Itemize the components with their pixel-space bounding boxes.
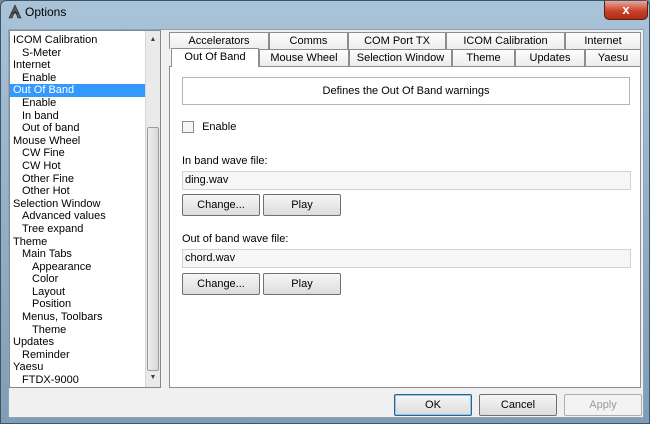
tab-out-of-band[interactable]: Out Of Band bbox=[171, 48, 259, 67]
dialog-client-area: ICOM Calibration S-Meter Internet Enable Out… bbox=[8, 29, 644, 418]
tree-item[interactable]: Color bbox=[10, 273, 146, 286]
enable-checkbox[interactable] bbox=[182, 121, 194, 134]
tree-item[interactable]: FTDX-9000 bbox=[10, 374, 146, 387]
app-icon bbox=[8, 4, 22, 19]
tree-item[interactable]: Updates bbox=[10, 336, 146, 349]
tree-item[interactable]: Advanced values bbox=[10, 210, 146, 223]
tree-item[interactable]: CW Fine bbox=[10, 147, 146, 160]
tab-selection-window[interactable]: Selection Window bbox=[349, 49, 452, 66]
close-button[interactable]: x bbox=[604, 1, 648, 20]
ok-button[interactable]: OK bbox=[394, 394, 472, 416]
scroll-down-arrow-icon[interactable]: ▼ bbox=[146, 370, 160, 385]
out-of-band-panel: Defines the Out Of Band warnings Enable … bbox=[169, 66, 641, 388]
tab-mouse-wheel[interactable]: Mouse Wheel bbox=[259, 49, 349, 66]
tab-icom-calibration[interactable]: ICOM Calibration bbox=[446, 32, 565, 49]
out-of-band-label: Out of band wave file: bbox=[182, 233, 289, 245]
tree-item[interactable]: Out Of Band bbox=[10, 84, 146, 97]
tab-theme[interactable]: Theme bbox=[452, 49, 515, 66]
tree-item[interactable]: Internet bbox=[10, 59, 146, 72]
in-band-file-field[interactable]: ding.wav bbox=[182, 171, 631, 190]
tab-internet[interactable]: Internet bbox=[565, 32, 641, 49]
window-title: Options bbox=[25, 5, 67, 19]
tree-item[interactable]: Main Tabs bbox=[10, 248, 146, 261]
in-band-change-button[interactable]: Change... bbox=[182, 194, 260, 216]
tab-yaesu[interactable]: Yaesu bbox=[585, 49, 641, 66]
enable-label: Enable bbox=[202, 121, 237, 134]
tree-scrollbar[interactable]: ▲ ▼ bbox=[145, 31, 160, 387]
tree-item[interactable]: Reminder bbox=[10, 349, 146, 362]
tree-item[interactable]: Position bbox=[10, 298, 146, 311]
tree-item[interactable]: Selection Window bbox=[10, 198, 146, 211]
options-window: Options x ICOM Calibration S-Meter Interne… bbox=[0, 0, 650, 424]
tree-item[interactable]: Theme bbox=[10, 324, 146, 337]
close-icon: x bbox=[622, 2, 630, 17]
panel-description: Defines the Out Of Band warnings bbox=[182, 77, 630, 105]
options-tree[interactable]: ICOM Calibration S-Meter Internet Enable Out… bbox=[9, 30, 161, 388]
tree-item[interactable]: CW Hot bbox=[10, 160, 146, 173]
tree-item[interactable]: Appearance bbox=[10, 261, 146, 274]
tree-item[interactable]: Other Fine bbox=[10, 173, 146, 186]
scroll-thumb[interactable] bbox=[147, 127, 159, 371]
tab-comms[interactable]: Comms bbox=[269, 32, 348, 49]
tab-com-port-tx[interactable]: COM Port TX bbox=[348, 32, 446, 49]
tree-item[interactable]: Menus, Toolbars bbox=[10, 311, 146, 324]
out-of-band-play-button[interactable]: Play bbox=[263, 273, 341, 295]
cancel-button[interactable]: Cancel bbox=[479, 394, 557, 416]
tree-item[interactable]: Layout bbox=[10, 286, 146, 299]
tree-item[interactable]: Other Hot bbox=[10, 185, 146, 198]
tree-item[interactable]: Mouse Wheel bbox=[10, 135, 146, 148]
tree-item[interactable]: Enable bbox=[10, 97, 146, 110]
tree-item[interactable]: Theme bbox=[10, 236, 146, 249]
tree-list: ICOM Calibration S-Meter Internet Enable Out… bbox=[10, 34, 146, 387]
tree-item[interactable]: Yaesu bbox=[10, 361, 146, 374]
out-of-band-file-field[interactable]: chord.wav bbox=[182, 249, 631, 268]
tab-accelerators[interactable]: Accelerators bbox=[169, 32, 269, 49]
in-band-label: In band wave file: bbox=[182, 155, 268, 167]
tree-item[interactable]: S-Meter bbox=[10, 47, 146, 60]
tree-item[interactable]: Enable bbox=[10, 72, 146, 85]
tree-item[interactable]: Tree expand bbox=[10, 223, 146, 236]
title-bar: Options x bbox=[1, 1, 649, 23]
tree-item[interactable]: Out of band bbox=[10, 122, 146, 135]
enable-row[interactable]: Enable bbox=[182, 121, 237, 134]
in-band-play-button[interactable]: Play bbox=[263, 194, 341, 216]
scroll-up-arrow-icon[interactable]: ▲ bbox=[146, 32, 160, 47]
tree-item[interactable]: In band bbox=[10, 110, 146, 123]
tab-updates[interactable]: Updates bbox=[515, 49, 585, 66]
out-of-band-change-button[interactable]: Change... bbox=[182, 273, 260, 295]
apply-button[interactable]: Apply bbox=[564, 394, 642, 416]
tree-item[interactable]: ICOM Calibration bbox=[10, 34, 146, 47]
